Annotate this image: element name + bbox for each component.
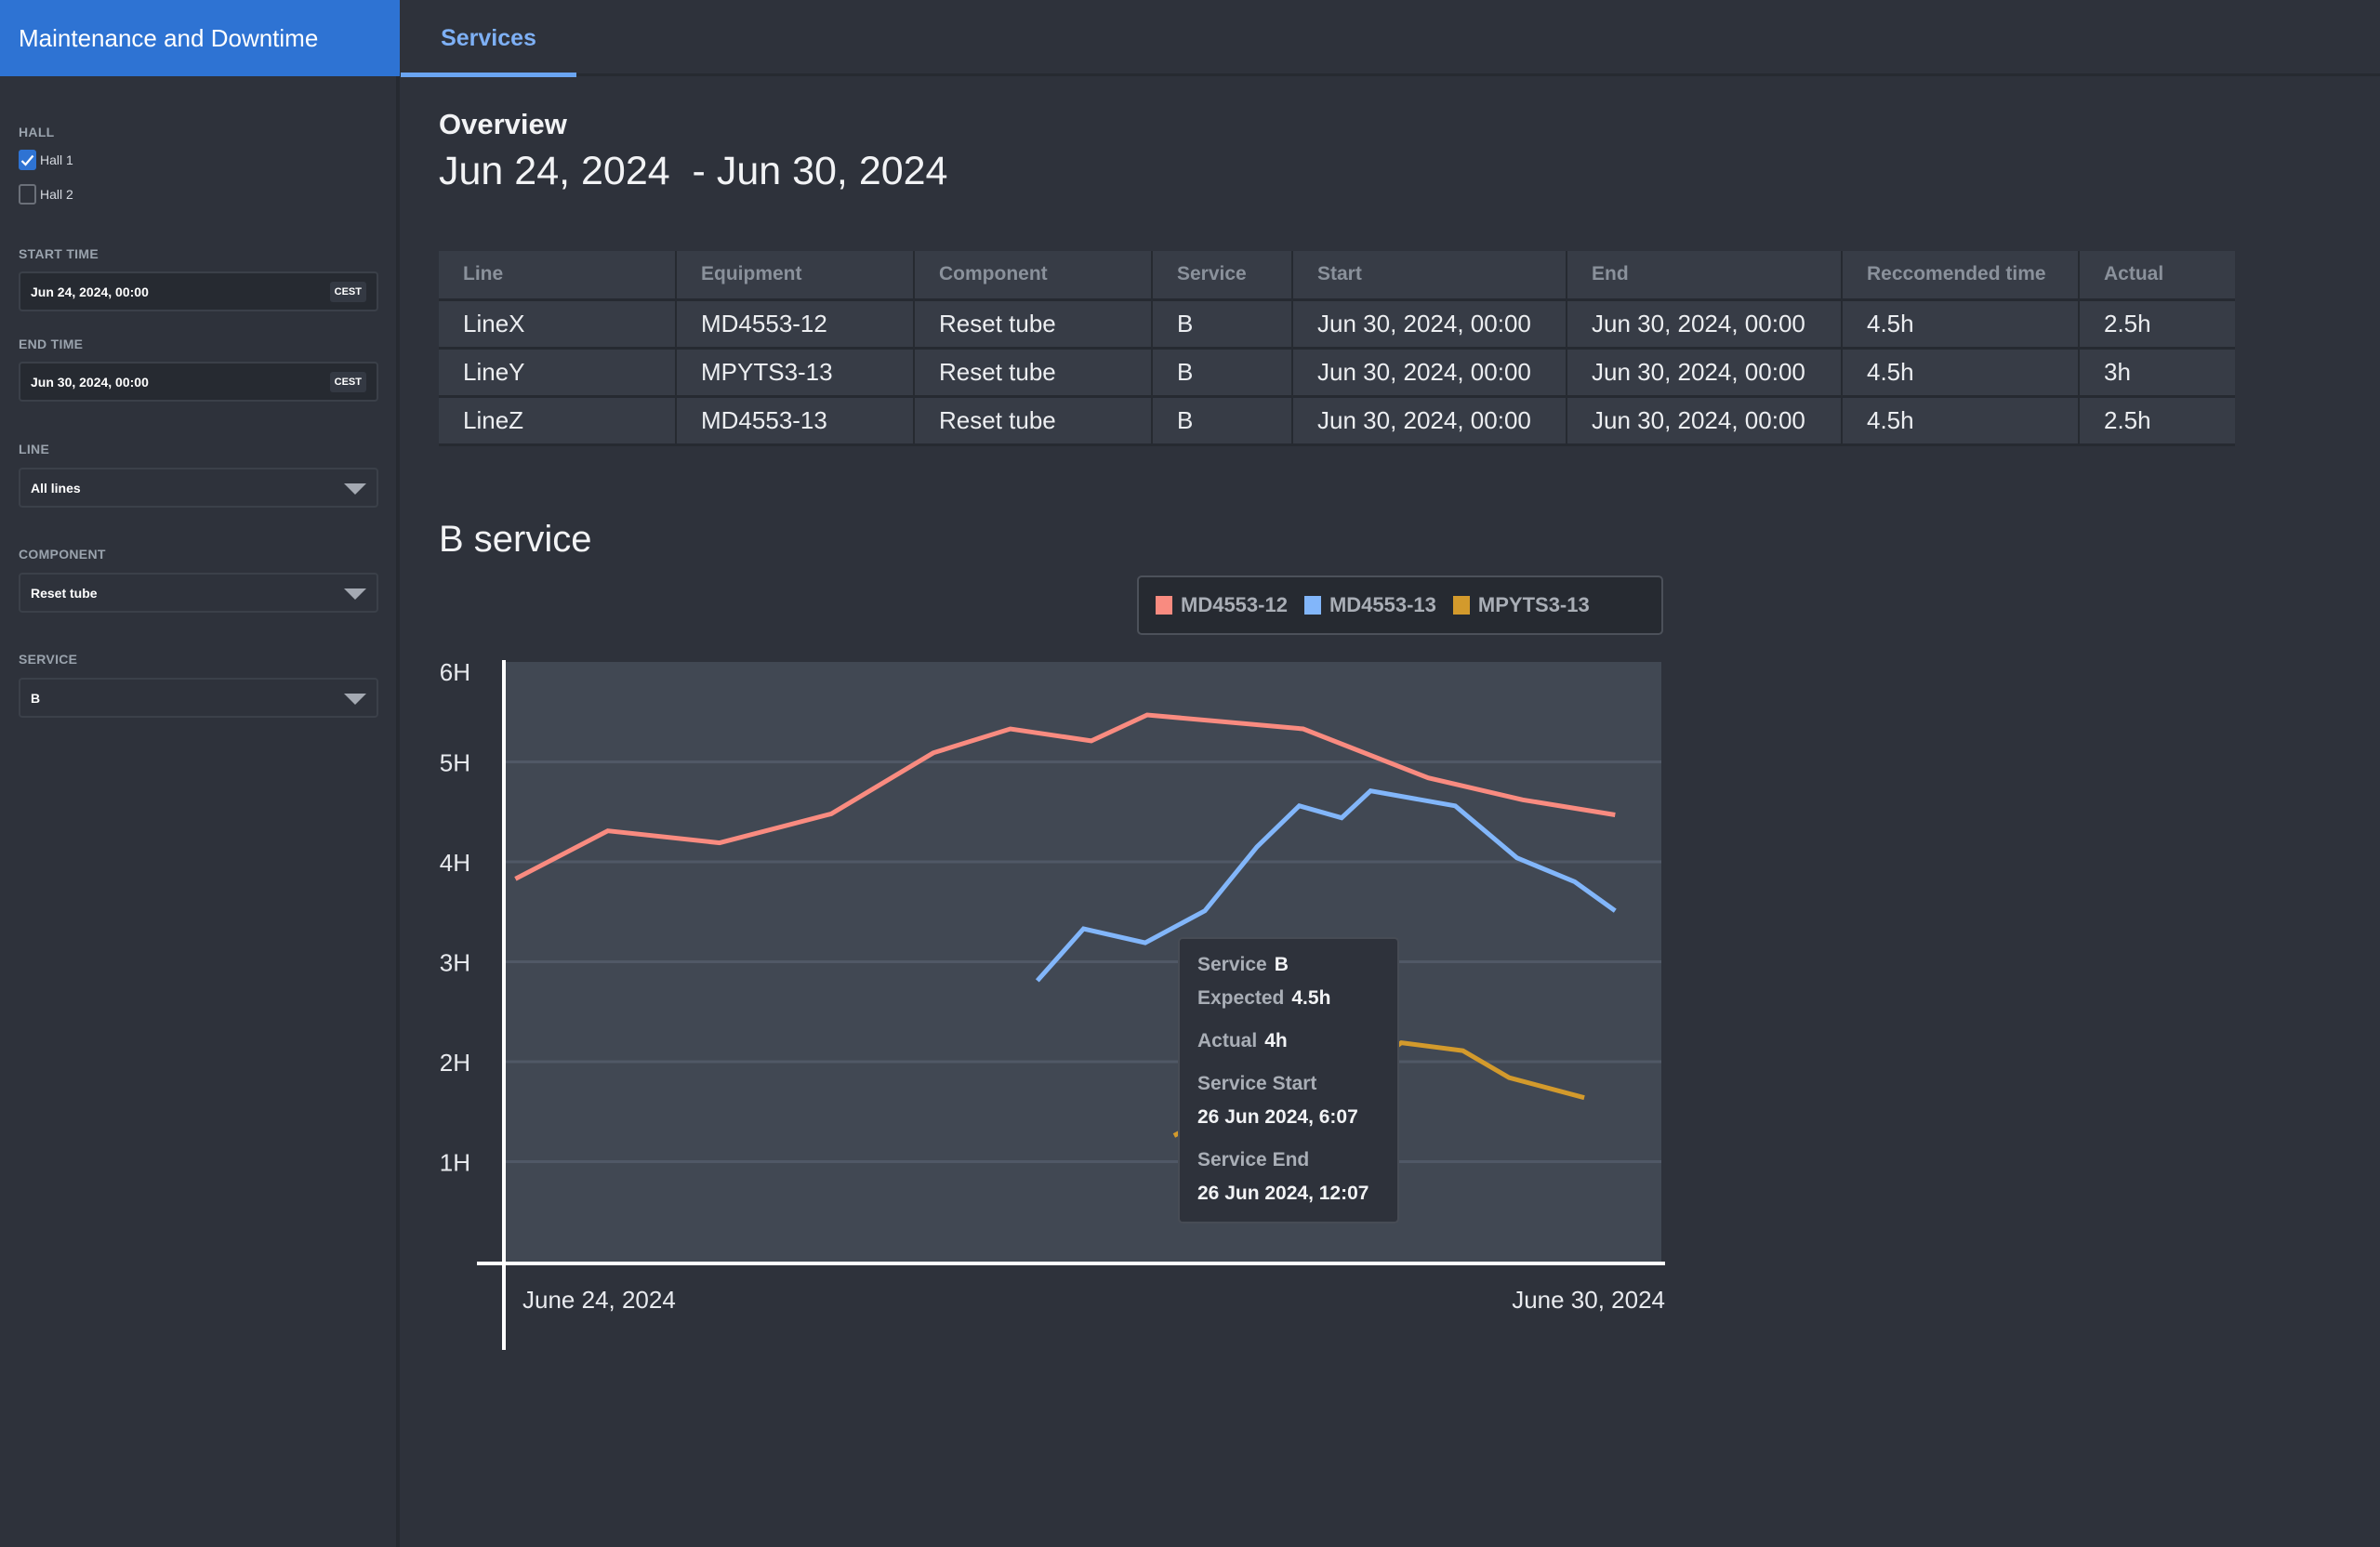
app-root: Maintenance and Downtime Services HALL H…	[0, 0, 2380, 1547]
tooltip-actual-row: Actual 4h	[1197, 1030, 1288, 1052]
x-tick-label: June 24, 2024	[522, 1286, 676, 1314]
tooltip-start-value: 26 Jun 2024, 6:07	[1197, 1106, 1358, 1128]
y-tick-label: 3H	[440, 949, 470, 977]
tooltip-service-row: Service B	[1197, 954, 1289, 976]
y-tick-label: 5H	[440, 749, 470, 777]
tooltip-service-label: Service	[1197, 954, 1267, 975]
chart-tooltip: Service B Expected 4.5h Actual 4h Service S…	[1178, 937, 1399, 1223]
tooltip-expected-value: 4.5h	[1291, 987, 1331, 1009]
tooltip-actual-value: 4h	[1264, 1030, 1288, 1051]
tooltip-start-label: Service Start	[1197, 1073, 1317, 1094]
y-tick-label: 1H	[440, 1149, 470, 1177]
tooltip-expected-row: Expected 4.5h	[1197, 987, 1330, 1010]
tooltip-end-label: Service End	[1197, 1149, 1310, 1170]
y-tick-label: 6H	[440, 658, 470, 686]
y-tick-label: 4H	[440, 849, 470, 877]
tooltip-actual-label: Actual	[1197, 1030, 1258, 1051]
tooltip-service-value: B	[1274, 954, 1289, 975]
tooltip-expected-label: Expected	[1197, 987, 1285, 1009]
tooltip-end-value: 26 Jun 2024, 12:07	[1197, 1183, 1369, 1204]
line-chart: 1H 2H 3H 4H 5H 6H June 24, 2024 June 30, 2024	[440, 658, 1665, 1350]
y-tick-label: 2H	[440, 1049, 470, 1077]
x-tick-label: June 30, 2024	[1512, 1286, 1665, 1314]
